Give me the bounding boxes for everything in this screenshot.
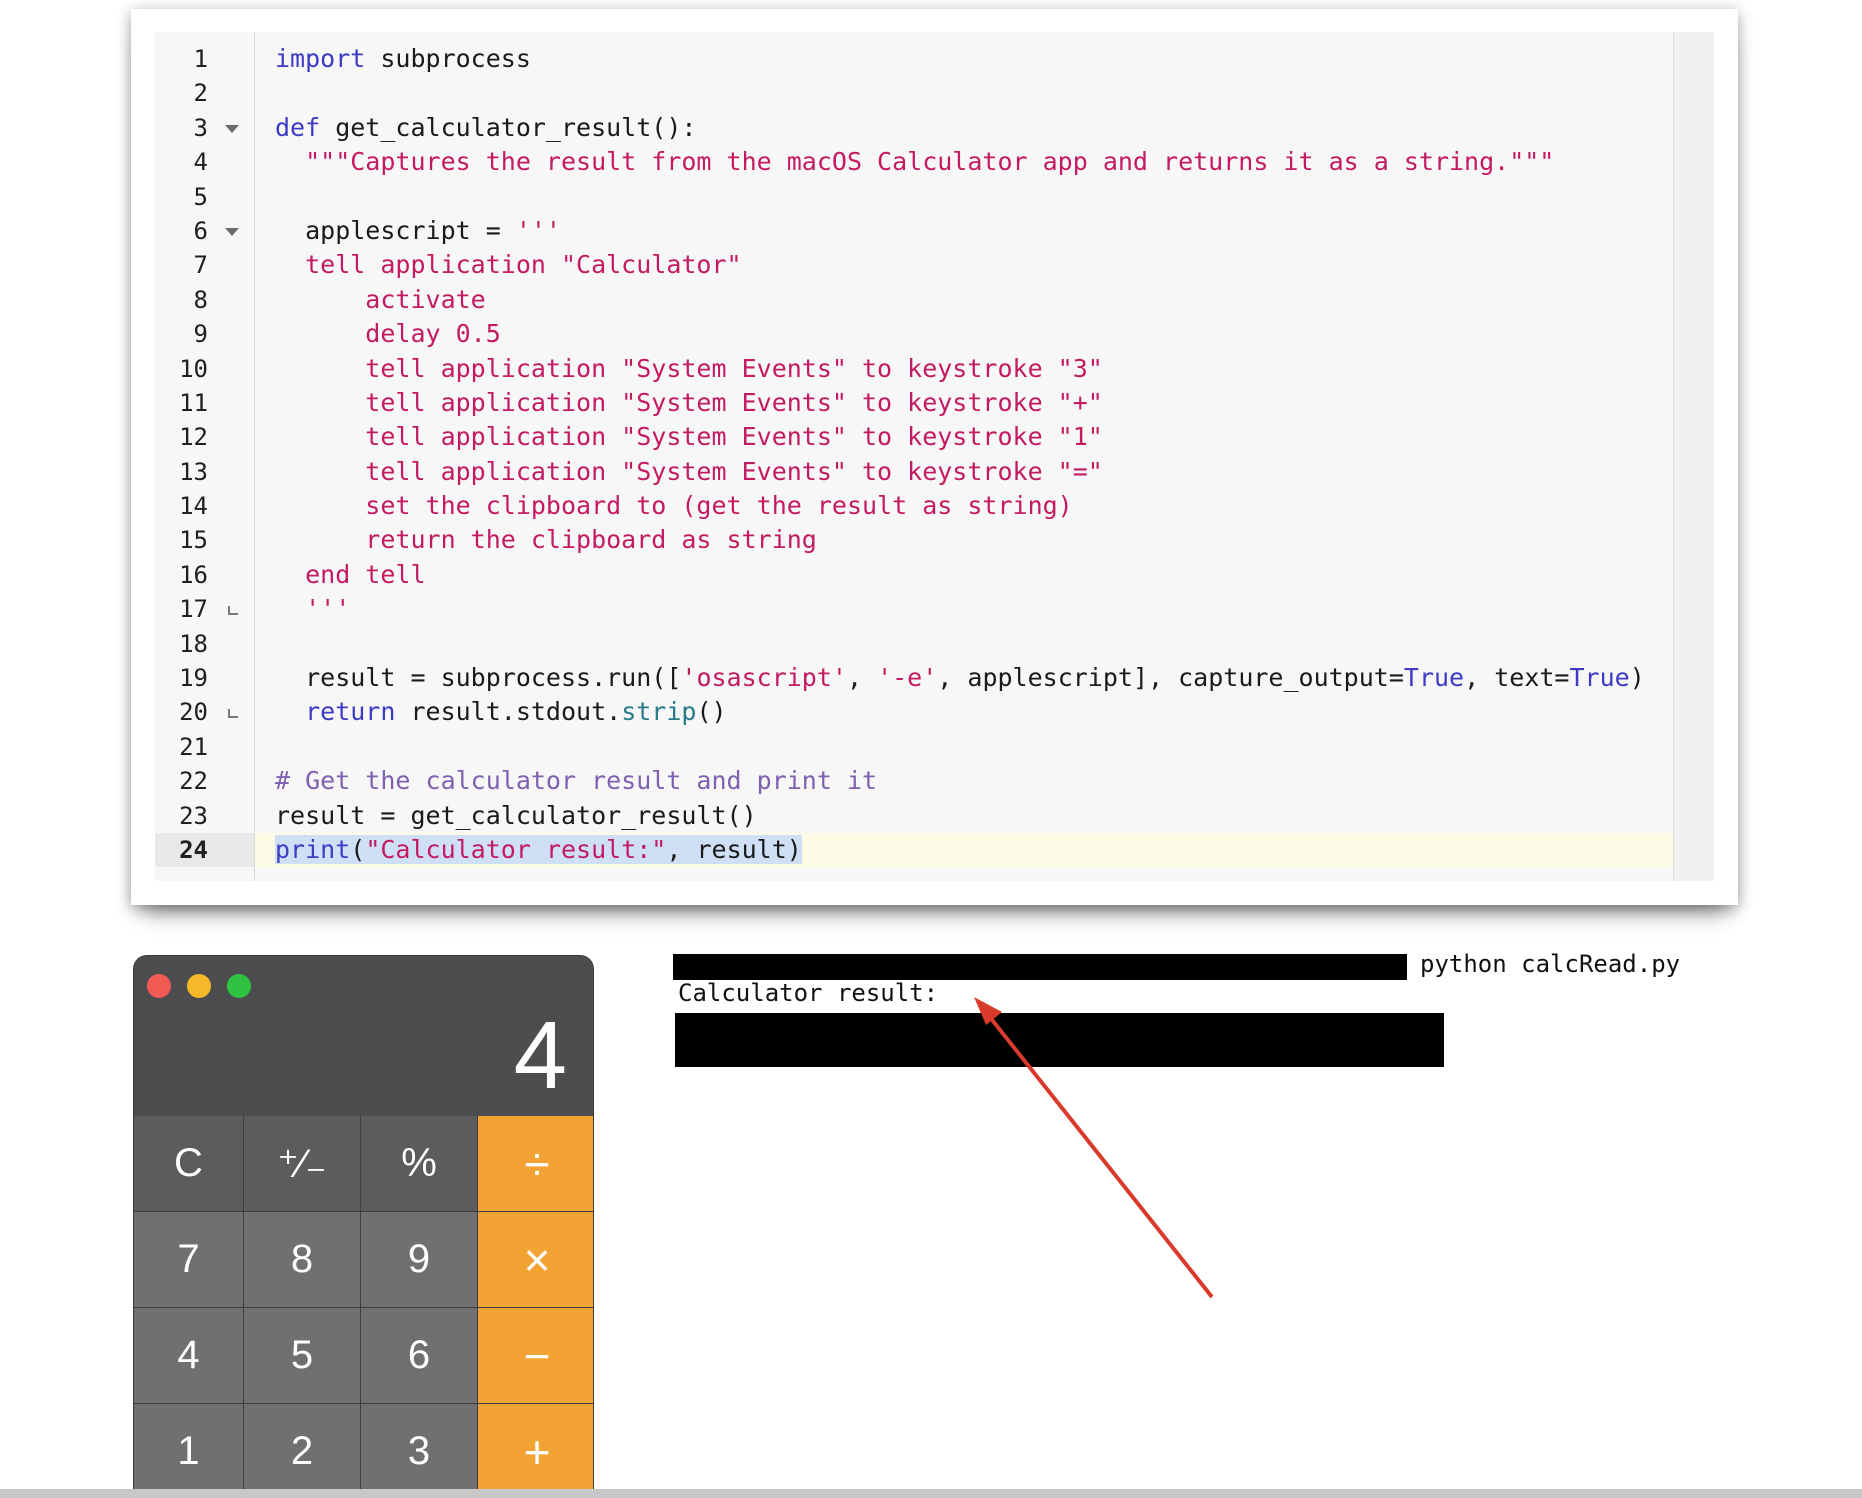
divide-button[interactable]: ÷	[478, 1116, 593, 1211]
code-lines[interactable]: import subprocess def get_calculator_res…	[255, 42, 1674, 868]
code-line[interactable]: set the clipboard to (get the result as …	[275, 489, 1674, 523]
terminal-output-line: Calculator result:	[678, 979, 939, 1007]
digit-4-button[interactable]: 4	[134, 1308, 243, 1403]
code-editor-window: 1 2 3 4 5 6 7 8 9 10 11 12 13 14 15 16 1…	[131, 9, 1738, 905]
line-numbers: 1 2 3 4 5 6 7 8 9 10 11 12 13 14 15 16 1…	[155, 42, 254, 868]
multiply-button[interactable]: ×	[478, 1212, 593, 1307]
code-area[interactable]: import subprocess def get_calculator_res…	[255, 32, 1674, 881]
line-number: 8	[193, 285, 208, 314]
line-number: 17	[155, 592, 254, 626]
code-line[interactable]: result = subprocess.run(['osascript', '-…	[275, 661, 1674, 695]
line-number: 10	[179, 354, 208, 383]
code-line[interactable]	[275, 180, 1674, 214]
line-number: 23	[179, 801, 208, 830]
code-line[interactable]: tell application "System Events" to keys…	[275, 420, 1674, 454]
digit-7-button[interactable]: 7	[134, 1212, 243, 1307]
line-number: 14	[179, 492, 208, 521]
fold-end-icon	[228, 606, 238, 616]
redaction-bar	[675, 1013, 1444, 1067]
code-line[interactable]: tell application "System Events" to keys…	[275, 386, 1674, 420]
line-number: 1	[193, 45, 208, 73]
minimize-button[interactable]	[187, 974, 211, 998]
digit-5-button[interactable]: 5	[244, 1308, 360, 1403]
line-number: 7	[193, 251, 208, 280]
code-line[interactable]: # Get the calculator result and print it	[275, 764, 1674, 798]
calculator-display: 4	[513, 1002, 567, 1109]
code-line-current[interactable]: print("Calculator result:", result)	[255, 832, 1674, 868]
line-number: 16	[179, 560, 208, 589]
code-editor[interactable]: 1 2 3 4 5 6 7 8 9 10 11 12 13 14 15 16 1…	[155, 32, 1714, 881]
line-number: 6	[155, 214, 254, 248]
code-line[interactable]: applescript = '''	[275, 214, 1674, 248]
code-line[interactable]: tell application "Calculator"	[275, 248, 1674, 282]
add-button[interactable]: +	[478, 1404, 593, 1497]
calculator-keypad: C ⁺∕₋ % ÷ 7 8 9 × 4 5 6 − 1 2 3 +	[134, 1116, 593, 1497]
line-number: 19	[179, 664, 208, 693]
line-number: 12	[179, 423, 208, 452]
line-number: 5	[193, 182, 208, 211]
subtract-button[interactable]: −	[478, 1308, 593, 1403]
line-number: 11	[179, 388, 208, 417]
code-line[interactable]: tell application "System Events" to keys…	[275, 352, 1674, 386]
code-line[interactable]: return result.stdout.strip()	[275, 695, 1674, 729]
bottom-edge	[0, 1489, 1862, 1498]
digit-9-button[interactable]: 9	[361, 1212, 477, 1307]
close-button[interactable]	[147, 974, 171, 998]
line-number: 20	[155, 695, 254, 729]
code-line[interactable]: """Captures the result from the macOS Ca…	[275, 145, 1674, 179]
digit-6-button[interactable]: 6	[361, 1308, 477, 1403]
terminal-output: python calcRead.py Calculator result:	[670, 950, 1770, 1150]
code-line[interactable]: delay 0.5	[275, 317, 1674, 351]
digit-8-button[interactable]: 8	[244, 1212, 360, 1307]
fold-open-icon[interactable]	[225, 227, 239, 236]
line-number: 21	[179, 732, 208, 761]
terminal-command: python calcRead.py	[1420, 950, 1681, 978]
percent-button[interactable]: %	[361, 1116, 477, 1211]
line-number: 22	[179, 767, 208, 796]
code-line[interactable]	[275, 627, 1674, 661]
code-line[interactable]: return the clipboard as string	[275, 523, 1674, 557]
code-line[interactable]: def get_calculator_result():	[275, 111, 1674, 145]
line-number: 13	[179, 457, 208, 486]
maximize-button[interactable]	[227, 974, 251, 998]
line-number: 3	[155, 111, 254, 145]
plus-minus-button[interactable]: ⁺∕₋	[244, 1116, 360, 1211]
digit-2-button[interactable]: 2	[244, 1404, 360, 1497]
code-line[interactable]: tell application "System Events" to keys…	[275, 455, 1674, 489]
code-line[interactable]: result = get_calculator_result()	[275, 799, 1674, 833]
line-number: 2	[193, 79, 208, 108]
line-number: 18	[179, 629, 208, 658]
code-line[interactable]: end tell	[275, 558, 1674, 592]
calculator-window: 4 C ⁺∕₋ % ÷ 7 8 9 × 4 5 6 − 1 2 3 +	[133, 955, 594, 1498]
redaction-bar	[673, 954, 1407, 980]
code-line[interactable]: '''	[275, 592, 1674, 626]
code-line[interactable]	[275, 730, 1674, 764]
overview-ruler	[1673, 32, 1714, 881]
line-number: 9	[193, 320, 208, 349]
code-line[interactable]	[275, 76, 1674, 110]
line-number: 4	[193, 148, 208, 177]
clear-button[interactable]: C	[134, 1116, 243, 1211]
code-line[interactable]: activate	[275, 283, 1674, 317]
digit-3-button[interactable]: 3	[361, 1404, 477, 1497]
line-number: 15	[179, 526, 208, 555]
text-selection[interactable]: print("Calculator result:", result)	[275, 834, 802, 864]
digit-1-button[interactable]: 1	[134, 1404, 243, 1497]
fold-end-icon	[228, 709, 238, 719]
line-number-current: 24	[155, 832, 254, 868]
code-line[interactable]: import subprocess	[275, 42, 1674, 76]
fold-open-icon[interactable]	[225, 124, 239, 133]
